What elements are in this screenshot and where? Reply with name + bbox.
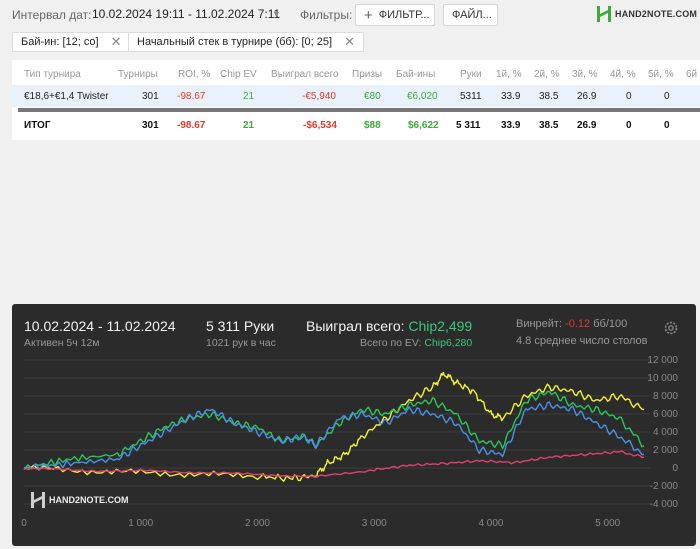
cell-chip-ev: 21 xyxy=(243,91,255,102)
y-tick-label: -4 000 xyxy=(650,499,679,510)
chip-label: Бай-ин: [12; co] xyxy=(21,36,99,48)
cell-tournaments: 301 xyxy=(142,91,159,102)
interval-value[interactable]: 10.02.2024 19:11 - 11.02.2024 7:11 xyxy=(92,7,280,21)
filter-button[interactable]: + ФИЛЬТР... xyxy=(355,4,435,26)
y-tick-label: 10 000 xyxy=(647,373,678,384)
file-button-label: ФАЙЛ... xyxy=(452,9,492,21)
close-icon[interactable]: ✕ xyxy=(344,34,355,50)
x-tick-label: 5 000 xyxy=(595,518,620,529)
plus-icon: + xyxy=(364,6,373,24)
total-hands: 5 311 xyxy=(456,120,481,131)
graph-logo-text: HAND2NOTE.COM xyxy=(49,495,129,505)
cell-roi: -98.67 xyxy=(177,91,206,102)
graph-panel: 10.02.2024 - 11.02.2024 Активен 5ч 12м 5… xyxy=(12,304,696,546)
col-p1[interactable]: 1й, % xyxy=(496,69,522,80)
cell-prizes: €80 xyxy=(364,91,381,102)
filter-chip-stack[interactable]: Начальный стек в турнире (бб): [0; 25] ✕ xyxy=(128,32,364,52)
x-tick-label: 0 xyxy=(21,518,27,529)
col-chip-ev[interactable]: Chip EV xyxy=(220,69,257,80)
profit-graph[interactable]: 12 000 10 000 8 000 6 000 4 000 2 000 0 -2 000 -… xyxy=(12,304,696,546)
col-hands[interactable]: Руки xyxy=(460,69,482,80)
col-p6[interactable]: 6й xyxy=(686,69,697,80)
cell-buyins: €6,020 xyxy=(407,91,438,102)
col-p5[interactable]: 5й, % xyxy=(648,69,674,80)
horizontal-scrollbar[interactable] xyxy=(18,108,700,112)
col-won[interactable]: Выиграл всего xyxy=(271,69,339,80)
total-chip-ev: 21 xyxy=(243,120,255,131)
col-type[interactable]: Тип турнира xyxy=(24,69,81,80)
x-tick-label: 2 000 xyxy=(245,518,270,529)
total-p4: 0 xyxy=(626,120,632,131)
col-buyins[interactable]: Бай-ины xyxy=(396,69,435,80)
y-tick-label: 6 000 xyxy=(653,409,678,420)
graph-logo: HAND2NOTE.COM xyxy=(30,491,129,509)
y-tick-label: 8 000 xyxy=(653,391,678,402)
hand2note-logo-icon xyxy=(31,492,45,508)
total-p1: 33.9 xyxy=(501,120,521,131)
y-tick-label: -2 000 xyxy=(650,481,679,492)
total-p2: 38.5 xyxy=(539,120,559,131)
chevron-down-icon[interactable]: ▼ xyxy=(272,9,281,19)
stats-table: Тип турнира Турниры ROI, % Chip EV Выигр… xyxy=(12,60,700,140)
close-icon[interactable]: ✕ xyxy=(111,34,122,50)
hand2note-logo-icon xyxy=(597,6,611,22)
file-button[interactable]: ФАЙЛ... xyxy=(443,4,498,26)
x-tick-label: 3 000 xyxy=(362,518,387,529)
y-tick-label: 12 000 xyxy=(647,355,678,366)
cell-hands: 5311 xyxy=(460,91,482,102)
total-type: ИТОГ xyxy=(24,120,51,131)
col-p2[interactable]: 2й, % xyxy=(534,69,560,80)
y-tick-label: 4 000 xyxy=(653,427,678,438)
cell-p5: 0 xyxy=(664,91,670,102)
col-prizes[interactable]: Призы xyxy=(352,69,382,80)
cell-p2: 38.5 xyxy=(539,91,559,102)
total-p5: 0 xyxy=(664,120,670,131)
top-bar: Интервал дат: 10.02.2024 19:11 - 11.02.2… xyxy=(0,0,700,30)
chip-label: Начальный стек в турнире (бб): [0; 25] xyxy=(137,36,333,48)
table-row[interactable]: €18,6+€1,4 Twister 301 -98.67 21 -€5,940… xyxy=(12,85,700,107)
cell-p1: 33.9 xyxy=(501,91,521,102)
filters-label: Фильтры: xyxy=(300,8,353,22)
logo-text: HAND2NOTE.COM xyxy=(615,9,698,19)
x-tick-label: 4 000 xyxy=(478,518,503,529)
interval-label: Интервал дат: xyxy=(12,8,92,22)
filter-chip-buyin[interactable]: Бай-ин: [12; co] ✕ xyxy=(12,32,131,52)
total-buyins: $6,622 xyxy=(408,120,439,131)
cell-p4: 0 xyxy=(626,91,632,102)
filter-button-label: ФИЛЬТР... xyxy=(378,9,430,21)
y-tick-label: 0 xyxy=(672,463,678,474)
cell-type: €18,6+€1,4 Twister xyxy=(24,91,109,102)
col-p3[interactable]: 3й, % xyxy=(572,69,598,80)
total-p3: 26.9 xyxy=(577,120,597,131)
total-prizes: $88 xyxy=(364,120,381,131)
total-tournaments: 301 xyxy=(142,120,159,131)
cell-p3: 26.9 xyxy=(577,91,597,102)
series-line xyxy=(23,450,645,479)
total-won: -$6,534 xyxy=(303,120,337,131)
total-roi: -98.67 xyxy=(177,120,206,131)
col-tournaments[interactable]: Турниры xyxy=(118,69,158,80)
cell-won: -€5,940 xyxy=(302,91,336,102)
col-roi[interactable]: ROI, % xyxy=(178,69,210,80)
col-p4[interactable]: 4й, % xyxy=(610,69,636,80)
y-tick-label: 2 000 xyxy=(653,445,678,456)
x-tick-label: 1 000 xyxy=(128,518,153,529)
app-logo: HAND2NOTE.COM xyxy=(596,5,697,23)
